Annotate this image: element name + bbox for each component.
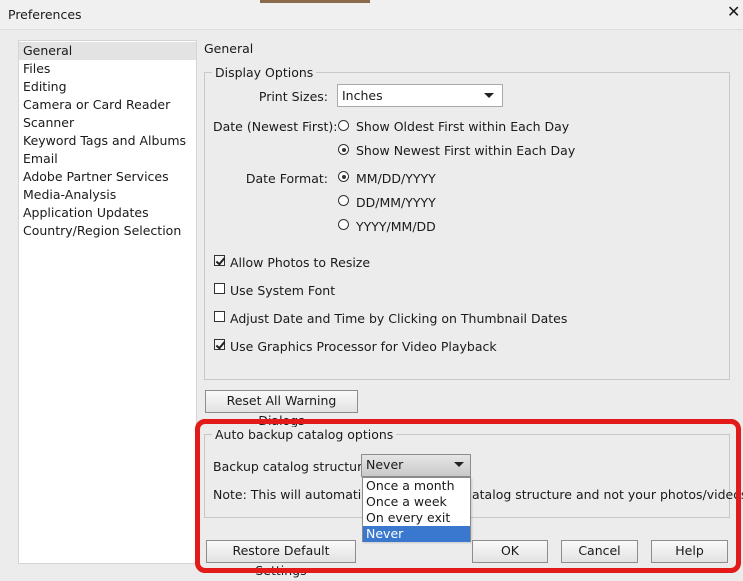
sidebar-item-general[interactable]: General	[19, 42, 196, 60]
date-format-label: Date Format:	[245, 171, 328, 186]
radio-mm-dd-yyyy[interactable]	[338, 171, 349, 182]
radio-oldest-first-label[interactable]: Show Oldest First within Each Day	[356, 119, 569, 134]
sidebar-item-email[interactable]: Email	[19, 150, 196, 168]
sidebar-item-adobe-partner-services[interactable]: Adobe Partner Services	[19, 168, 196, 186]
use-gpu-video-checkbox[interactable]	[214, 339, 225, 350]
sidebar-item-camera-or-card-reader[interactable]: Camera or Card Reader	[19, 96, 196, 114]
window-title: Preferences	[8, 7, 82, 22]
adjust-date-time-checkbox[interactable]	[214, 311, 225, 322]
radio-dd-mm-yyyy-label[interactable]: DD/MM/YYYY	[356, 195, 436, 210]
use-system-font-checkbox[interactable]	[214, 283, 225, 294]
radio-newest-first[interactable]	[338, 144, 349, 155]
adjust-date-time-label[interactable]: Adjust Date and Time by Clicking on Thum…	[230, 311, 567, 326]
radio-yyyy-mm-dd[interactable]	[338, 219, 349, 230]
print-sizes-dropdown[interactable]: Inches	[337, 84, 503, 107]
radio-newest-first-label[interactable]: Show Newest First within Each Day	[356, 143, 575, 158]
sidebar-item-files[interactable]: Files	[19, 60, 196, 78]
use-gpu-video-label[interactable]: Use Graphics Processor for Video Playbac…	[230, 339, 497, 354]
radio-yyyy-mm-dd-label[interactable]: YYYY/MM/DD	[356, 219, 436, 234]
print-sizes-value: Inches	[342, 88, 383, 103]
print-sizes-label: Print Sizes:	[258, 89, 328, 104]
category-list[interactable]: General Files Editing Camera or Card Rea…	[18, 40, 197, 564]
highlight-annotation	[195, 419, 741, 573]
allow-photos-resize-checkbox[interactable]	[214, 255, 225, 266]
radio-dd-mm-yyyy[interactable]	[338, 195, 349, 206]
sidebar-item-media-analysis[interactable]: Media-Analysis	[19, 186, 196, 204]
reset-warning-dialogs-button[interactable]: Reset All Warning Dialogs	[205, 390, 358, 428]
sidebar-item-keyword-tags-and-albums[interactable]: Keyword Tags and Albums	[19, 132, 196, 150]
title-bar-accent	[260, 0, 370, 3]
radio-oldest-first[interactable]	[338, 120, 349, 131]
use-system-font-label[interactable]: Use System Font	[230, 283, 335, 298]
sidebar-item-scanner[interactable]: Scanner	[19, 114, 196, 132]
display-options-legend: Display Options	[212, 65, 317, 80]
close-icon[interactable]: ✕	[727, 4, 740, 20]
date-order-label: Date (Newest First):	[213, 119, 338, 134]
allow-photos-resize-label[interactable]: Allow Photos to Resize	[230, 255, 370, 270]
chevron-down-icon	[484, 93, 494, 98]
radio-mm-dd-yyyy-label[interactable]: MM/DD/YYYY	[356, 171, 436, 186]
title-bar: Preferences ✕	[0, 0, 743, 30]
sidebar-item-application-updates[interactable]: Application Updates	[19, 204, 196, 222]
sidebar-item-country-region-selection[interactable]: Country/Region Selection	[19, 222, 196, 240]
section-title: General	[204, 41, 254, 56]
sidebar-item-editing[interactable]: Editing	[19, 78, 196, 96]
